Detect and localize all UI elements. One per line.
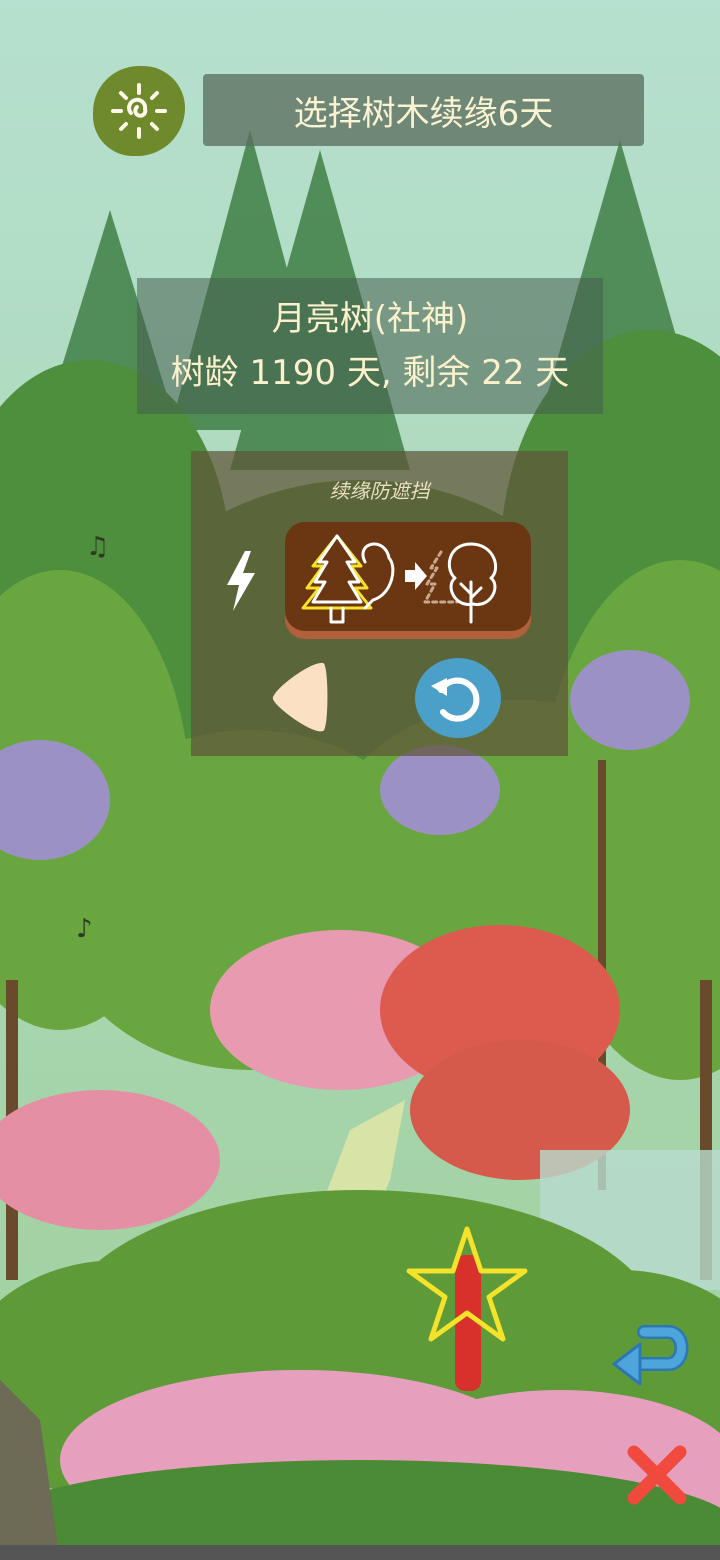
banner-text: 选择树木续缘6天 xyxy=(293,93,554,134)
close-button[interactable] xyxy=(622,1440,692,1510)
swirl-sun-icon xyxy=(111,83,167,139)
undo-arrow-icon xyxy=(612,1325,689,1386)
music-note-icon[interactable]: ♪ xyxy=(76,914,93,944)
selected-tree-star[interactable] xyxy=(405,1225,529,1395)
conifer-to-broadleaf-icon xyxy=(301,534,497,624)
tree-name: 月亮树(社神) xyxy=(271,298,469,339)
panel-title: 续缘防遮挡 xyxy=(329,479,430,503)
lightning-icon[interactable] xyxy=(221,549,261,613)
occlusion-panel: 续缘防遮挡 xyxy=(191,451,568,756)
refresh-button[interactable] xyxy=(413,656,503,740)
header-banner: 选择树木续缘6天 xyxy=(203,74,644,146)
close-x-icon xyxy=(627,1445,687,1505)
undo-button[interactable] xyxy=(608,1320,690,1390)
tree-toggle-button[interactable] xyxy=(285,522,531,631)
tree-age: 树龄 1190 天, 剩余 22 天 xyxy=(170,353,570,393)
triangle-left-icon xyxy=(272,662,328,732)
music-note-icon[interactable]: ♫ xyxy=(86,532,109,562)
back-button[interactable] xyxy=(267,657,331,737)
tree-info-box: 月亮树(社神) 树龄 1190 天, 剩余 22 天 xyxy=(137,278,603,414)
